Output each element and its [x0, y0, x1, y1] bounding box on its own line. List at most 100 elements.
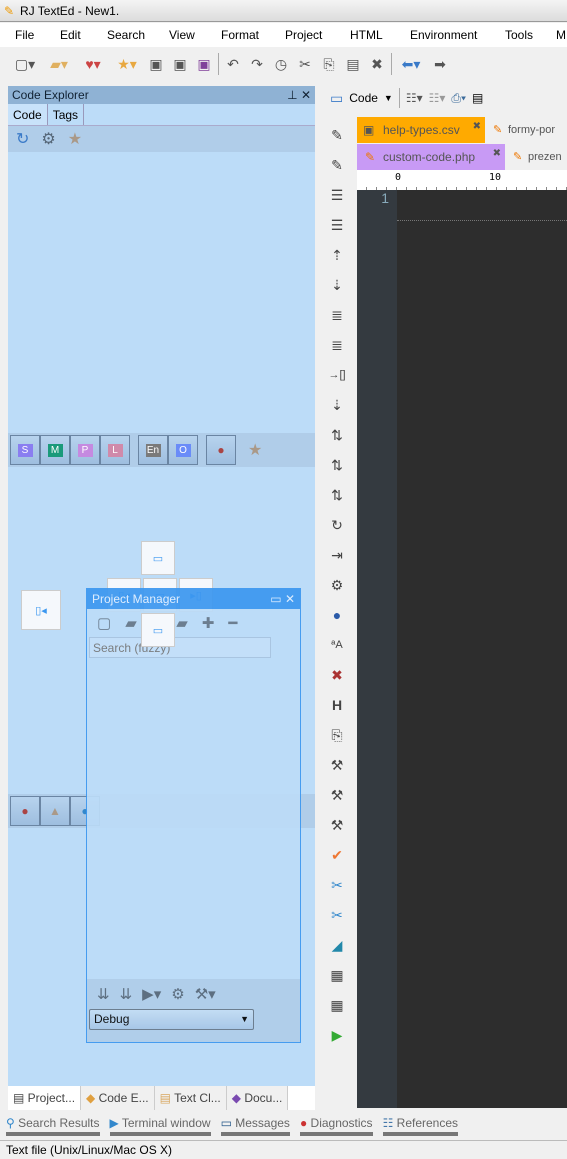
settings-icon[interactable]: ⚙	[331, 570, 344, 600]
move-down-icon[interactable]: ⇅	[331, 450, 343, 480]
star-icon[interactable]: ★▾	[112, 56, 142, 73]
delete-icon[interactable]: ✖	[367, 56, 387, 73]
heading-icon[interactable]: H	[332, 690, 342, 720]
open-folder-icon[interactable]: ▰	[125, 614, 137, 632]
chevron-down-icon[interactable]: ▼	[384, 93, 393, 103]
tab-prezen[interactable]: ✎ prezen	[508, 144, 567, 170]
menu-tools[interactable]: Tools	[505, 23, 533, 47]
chart-icon[interactable]: ◢	[332, 930, 343, 960]
close-icon[interactable]: ✖	[473, 114, 481, 140]
tab-icon[interactable]: ⇥	[331, 540, 343, 570]
build-icon[interactable]: ⇊	[97, 985, 110, 1003]
hammer-icon[interactable]: ⚒	[331, 810, 344, 840]
run-icon[interactable]: ▶▾	[142, 985, 161, 1003]
project-search-input[interactable]	[89, 637, 271, 658]
settings-icon[interactable]: ⚙	[41, 129, 55, 149]
tree-icon[interactable]: ☷▾	[406, 91, 423, 105]
print-icon[interactable]: ⎙▾	[451, 91, 466, 106]
tab-formy[interactable]: ✎ formy-por	[488, 117, 567, 143]
remove-icon[interactable]: ━	[228, 614, 237, 632]
paste-icon[interactable]: ▤	[343, 56, 363, 73]
menu-more[interactable]: M	[556, 23, 566, 47]
menu-file[interactable]: File	[15, 23, 34, 47]
indent-icon[interactable]: ☰	[331, 180, 344, 210]
tab-custom-code[interactable]: ✎ custom-code.php ✖	[357, 144, 505, 170]
numbering-icon[interactable]: ⇣	[331, 390, 343, 420]
refresh-icon[interactable]: ↻	[16, 129, 29, 149]
history-icon[interactable]: ◷	[271, 56, 291, 73]
close-icon[interactable]: ✕	[285, 592, 295, 606]
wrench-icon[interactable]: ⚒▾	[195, 985, 216, 1003]
add-favorite-icon[interactable]: ★	[248, 440, 262, 460]
filter-error[interactable]: ●	[10, 796, 40, 826]
dock-bottom-target[interactable]: ▭	[141, 613, 175, 647]
back-arrow-icon[interactable]: ⬅▾	[396, 56, 426, 73]
forward-arrow-icon[interactable]: ➡	[430, 56, 450, 73]
save-icon[interactable]: ▣	[146, 56, 166, 73]
tab-document[interactable]: ◆ Docu...	[226, 1086, 289, 1110]
filter-warning[interactable]: ▲	[40, 796, 70, 826]
new-project-icon[interactable]: ▢	[97, 614, 111, 632]
filter-m[interactable]: M	[40, 435, 70, 465]
menu-project[interactable]: Project	[285, 23, 322, 47]
filter-en[interactable]: En	[138, 435, 168, 465]
hammer-icon[interactable]: ⚒	[331, 750, 344, 780]
add-favorite-icon[interactable]: ★	[68, 129, 82, 149]
tab-help-types[interactable]: ▣ help-types.csv ✖	[357, 117, 485, 143]
tools-icon[interactable]: ✖	[331, 660, 343, 690]
close-icon[interactable]: ✖	[493, 141, 501, 167]
unindent-icon[interactable]: ☰	[331, 210, 344, 240]
menu-format[interactable]: Format	[221, 23, 259, 47]
scissors-icon[interactable]: ✂	[331, 870, 343, 900]
favorites-folder-icon[interactable]: ♥▾	[78, 56, 108, 73]
dock-top-target[interactable]: ▭	[141, 541, 175, 575]
copy-icon[interactable]: ⎘	[319, 56, 339, 73]
tab-text-clips[interactable]: ▤ Text Cl...	[154, 1086, 227, 1110]
cut-icon[interactable]: ✂	[295, 56, 315, 73]
settings-icon[interactable]: ⚙	[171, 985, 184, 1003]
document-icon[interactable]: ▤	[472, 91, 483, 105]
sort-down-icon[interactable]: ⇣	[331, 270, 343, 300]
tab-terminal[interactable]: ▶ Terminal window	[109, 1112, 211, 1136]
menu-search[interactable]: Search	[107, 23, 145, 47]
config-select[interactable]: Debug ▼	[89, 1009, 254, 1030]
maximize-icon[interactable]: ▭	[270, 592, 281, 606]
wrap-icon[interactable]: ≣	[331, 300, 343, 330]
check-icon[interactable]: ✔	[331, 840, 343, 870]
project-manager-header[interactable]: Project Manager ▭ ✕	[87, 589, 300, 609]
redo-icon[interactable]: ↷	[247, 56, 267, 73]
swap-icon[interactable]: ⇅	[331, 420, 343, 450]
globe-icon[interactable]: ●	[333, 600, 341, 630]
tab-messages[interactable]: ▭ Messages	[220, 1112, 290, 1136]
filter-p[interactable]: P	[70, 435, 100, 465]
tab-references[interactable]: ☷ References	[382, 1112, 459, 1136]
tab-tags[interactable]: Tags	[48, 104, 85, 125]
bookmark-icon[interactable]: ✎	[331, 150, 343, 180]
filter-o[interactable]: O	[168, 435, 198, 465]
tree-icon[interactable]: ☷▾	[429, 91, 446, 105]
scissors-icon[interactable]: ✂	[331, 900, 343, 930]
filter-s[interactable]: S	[10, 435, 40, 465]
build-all-icon[interactable]: ⇊	[120, 985, 133, 1003]
reload-icon[interactable]: ↻	[331, 510, 343, 540]
case-icon[interactable]: ªA	[331, 630, 342, 660]
pin-icon[interactable]: ⊥	[287, 88, 297, 102]
move-up-icon[interactable]: ⇅	[331, 480, 343, 510]
tab-code[interactable]: Code	[8, 104, 48, 125]
undo-icon[interactable]: ↶	[223, 56, 243, 73]
new-file-icon[interactable]: ▢▾	[10, 56, 40, 73]
hammer-icon[interactable]: ⚒	[331, 780, 344, 810]
folder-icon[interactable]: ▰	[176, 614, 188, 632]
tab-code-explorer[interactable]: ◆ Code E...	[81, 1086, 155, 1110]
add-icon[interactable]: ✚	[202, 614, 215, 632]
save-as-icon[interactable]: ▣	[194, 56, 214, 73]
sort-up-icon[interactable]: ⇡	[331, 240, 343, 270]
menu-edit[interactable]: Edit	[60, 23, 81, 47]
play-icon[interactable]: ▶	[332, 1020, 343, 1050]
unwrap-icon[interactable]: ≣	[331, 330, 343, 360]
menu-environment[interactable]: Environment	[410, 23, 477, 47]
dock-left-target[interactable]: ▯◂	[21, 590, 61, 630]
tab-search-results[interactable]: ⚲ Search Results	[6, 1112, 100, 1136]
tab-project[interactable]: ▤ Project...	[8, 1086, 82, 1110]
add-bookmark-icon[interactable]: ✎	[331, 120, 343, 150]
